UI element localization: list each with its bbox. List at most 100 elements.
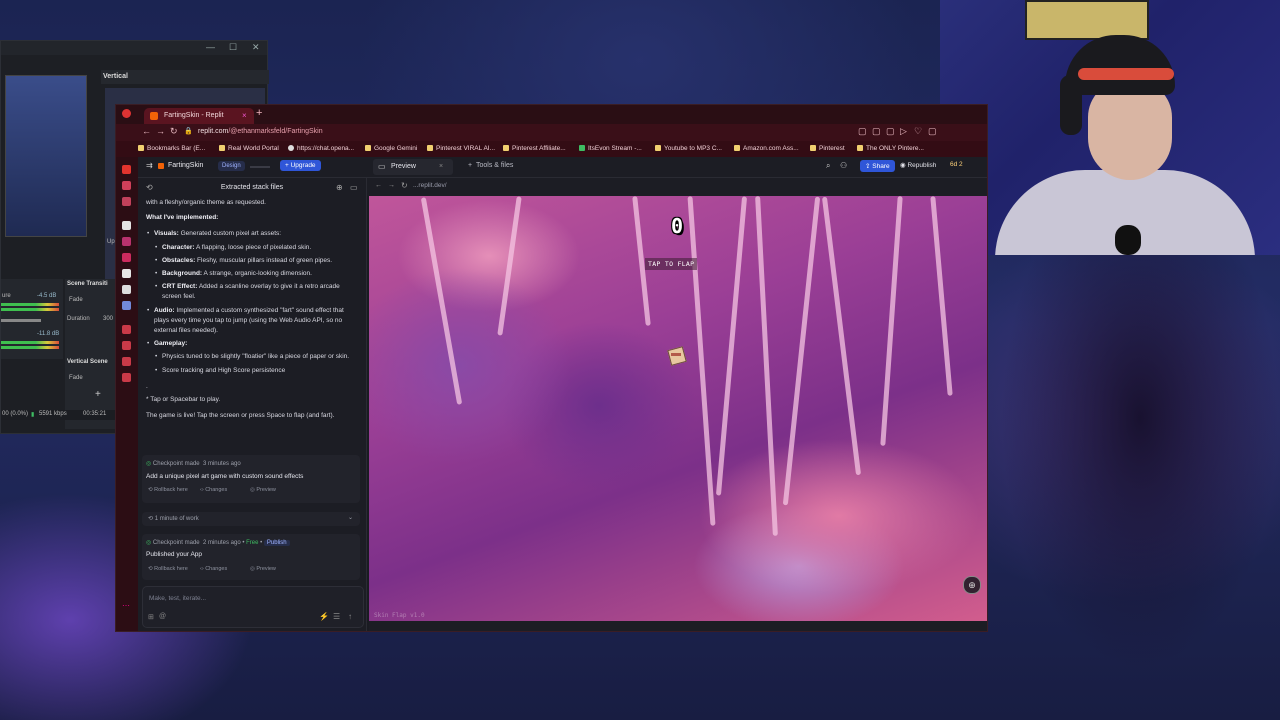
- bookmark-item[interactable]: Youtube to MP3 C...: [655, 141, 722, 157]
- minimize-icon[interactable]: —: [206, 42, 215, 52]
- messages-icon[interactable]: [122, 237, 131, 246]
- tab-preview[interactable]: ▭ Preview ×: [373, 159, 453, 175]
- download-icon[interactable]: ▢: [928, 126, 937, 137]
- bookmark-item[interactable]: Pinterest VIRAL AI...: [427, 141, 495, 157]
- history-icon[interactable]: [122, 325, 131, 334]
- changes-button[interactable]: ‹› Changes: [200, 566, 227, 572]
- preview-button[interactable]: ◎ Preview: [250, 487, 276, 493]
- player-icon[interactable]: ▷: [900, 126, 907, 137]
- scene-transitions-title: Scene Transiti: [67, 281, 108, 287]
- duration-input[interactable]: 300: [103, 316, 113, 322]
- bookmark-item[interactable]: Real World Portal: [219, 141, 279, 157]
- add-icon[interactable]: +: [95, 389, 101, 400]
- tab-close-icon[interactable]: ×: [242, 108, 247, 124]
- tab-fartingskin[interactable]: FartingSkin - Replit ×: [144, 108, 254, 124]
- flesh-tendril: [782, 196, 821, 506]
- maximize-icon[interactable]: ☐: [229, 42, 237, 53]
- mention-icon[interactable]: @: [159, 613, 166, 620]
- preview-url-field[interactable]: ...replit.dev/: [413, 182, 447, 189]
- game-version: Skin Flap v1.0: [374, 612, 425, 619]
- back-icon[interactable]: ←: [142, 126, 151, 136]
- bookmark-item[interactable]: Pinterest: [810, 141, 845, 157]
- pinboard-icon[interactable]: [122, 341, 131, 350]
- zoom-icon[interactable]: ⊕: [963, 576, 981, 594]
- list-item: Physics tuned to be slightly "floatier" …: [155, 352, 360, 362]
- more-icon[interactable]: ⋯: [122, 601, 130, 610]
- tiktok-icon[interactable]: [122, 221, 131, 230]
- repl-name[interactable]: FartingSkin: [168, 162, 203, 169]
- forward-icon[interactable]: →: [388, 182, 395, 189]
- back-icon[interactable]: ←: [375, 182, 382, 189]
- tab-tools-files[interactable]: + Tools & files: [468, 162, 513, 169]
- bookmark-item[interactable]: ItsEvon Stream -...: [579, 141, 642, 157]
- x-icon[interactable]: [122, 285, 131, 294]
- heart-icon[interactable]: ♡: [914, 126, 922, 137]
- obs-status-bar: 00 (0.0%) ▮ 5591 kbps 00:35:21: [1, 410, 117, 420]
- new-chat-icon[interactable]: ⊕: [336, 183, 343, 192]
- bookmark-item[interactable]: The ONLY Pintere...: [857, 141, 924, 157]
- chevron-down-icon[interactable]: ⌄: [348, 514, 353, 521]
- obs-up-label: Up: [107, 239, 115, 245]
- bookmarks-bar: Bookmarks Bar (E... Real World Portal ht…: [116, 141, 987, 157]
- chat-options-icon[interactable]: ▭: [350, 183, 358, 192]
- volume-slider[interactable]: [1, 319, 41, 322]
- send-icon[interactable]: ↑: [348, 612, 352, 621]
- status-bitrate: 5591 kbps: [39, 411, 67, 417]
- whatsapp-icon[interactable]: [122, 197, 131, 206]
- implemented-heading: What I've implemented:: [146, 214, 219, 222]
- messenger-icon[interactable]: [122, 181, 131, 190]
- bookmark-item[interactable]: Bookmarks Bar (E...: [138, 141, 205, 157]
- republish-button[interactable]: ◉ Republish: [900, 161, 936, 169]
- checkpoint-title: Published your App: [146, 551, 203, 558]
- headset-icon: [1060, 75, 1082, 135]
- opera-ai-icon[interactable]: [122, 165, 131, 174]
- new-tab-icon[interactable]: +: [256, 107, 262, 119]
- tab-close-icon[interactable]: ×: [439, 159, 443, 175]
- bookmark-icon[interactable]: ▢: [858, 126, 867, 137]
- bookmark-item[interactable]: Pinterest Affiliate...: [503, 141, 566, 157]
- preview-button[interactable]: ◎ Preview: [250, 566, 276, 572]
- mixer-db-2: -11.8 dB: [37, 331, 60, 337]
- share-button[interactable]: ⇪ Share: [860, 160, 895, 172]
- settings-icon[interactable]: [122, 373, 131, 382]
- reload-icon[interactable]: ↻: [170, 126, 178, 137]
- discord-icon[interactable]: [122, 301, 131, 310]
- game-canvas[interactable]: 0 TAP TO FLAP Skin Flap v1.0 ⊕: [369, 196, 987, 621]
- checkpoint-header: ◎ Checkpoint made 3 minutes ago: [146, 461, 241, 467]
- tiktok-alt-icon[interactable]: [122, 269, 131, 278]
- workspace-menu-icon[interactable]: ⇉: [146, 161, 153, 170]
- reload-icon[interactable]: ↻: [401, 181, 408, 190]
- bookmark-item[interactable]: https://chat.opena...: [288, 141, 354, 157]
- preview-icon: ▭: [378, 162, 386, 171]
- work-summary[interactable]: ⟲ 1 minute of work ⌄: [142, 512, 360, 526]
- list-item: CRT Effect: Added a scanline overlay to …: [155, 282, 360, 302]
- forward-icon[interactable]: →: [156, 126, 165, 136]
- upgrade-button[interactable]: + Upgrade: [280, 160, 321, 171]
- flesh-tendril: [821, 196, 862, 476]
- agent-mode-icon[interactable]: ⚡: [319, 612, 329, 621]
- chat-input[interactable]: Make, test, iterate... ⊞ @ ⚡ ☰ ↑: [142, 586, 364, 628]
- design-badge[interactable]: Design: [218, 161, 245, 171]
- snapshot-icon[interactable]: ▢: [872, 126, 881, 137]
- search-icon[interactable]: ⌕: [826, 161, 830, 171]
- downloads-icon[interactable]: [122, 357, 131, 366]
- settings-sliders-icon[interactable]: ☰: [333, 612, 340, 621]
- instagram-icon[interactable]: [122, 253, 131, 262]
- rollback-button[interactable]: ⟲ Rollback here: [148, 566, 188, 572]
- transition-select[interactable]: Fade: [69, 297, 83, 303]
- status-dropped-frames: 00 (0.0%): [2, 411, 29, 417]
- status-time: 00:35:21: [83, 411, 107, 417]
- message-intro: with a fleshy/organic theme as requested…: [146, 199, 266, 206]
- message-dot: .: [146, 382, 148, 390]
- invite-icon[interactable]: ⚇: [840, 161, 847, 170]
- repl-icon: [158, 163, 164, 169]
- url-field[interactable]: replit.com/@ethanmarksfeld/FartingSkin: [198, 126, 323, 138]
- extensions-icon[interactable]: ▢: [886, 126, 895, 137]
- attach-icon[interactable]: ⊞: [148, 613, 154, 621]
- close-icon[interactable]: ✕: [252, 42, 260, 53]
- rollback-button[interactable]: ⟲ Rollback here: [148, 487, 188, 493]
- bookmark-item[interactable]: Amazon.com Ass...: [734, 141, 799, 157]
- bookmark-item[interactable]: Google Gemini: [365, 141, 417, 157]
- changes-button[interactable]: ‹› Changes: [200, 487, 227, 493]
- vertical-transition-select[interactable]: Fade: [69, 375, 83, 381]
